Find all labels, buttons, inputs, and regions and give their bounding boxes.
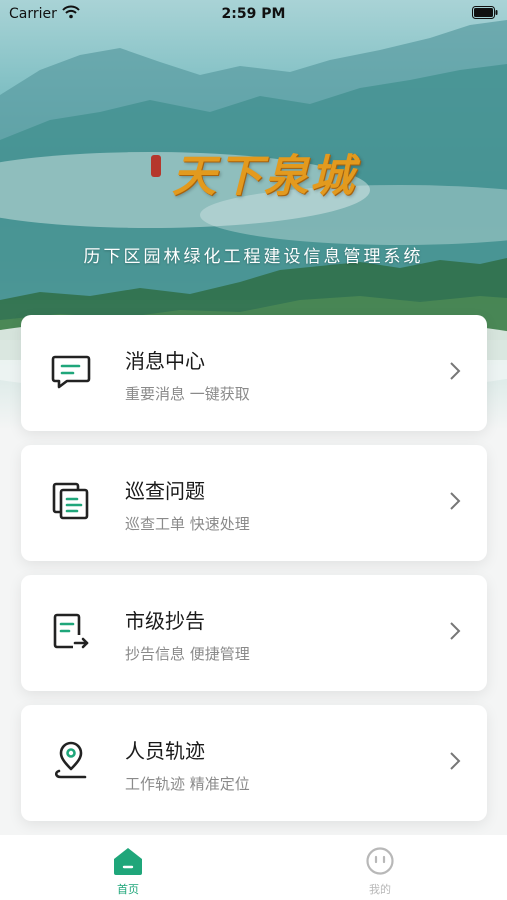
tab-mine-label: 我的 (369, 883, 391, 896)
menu-card-messages[interactable]: 消息中心 重要消息 一键获取 (21, 315, 487, 431)
menu-card-personnel-track[interactable]: 人员轨迹 工作轨迹 精准定位 (21, 705, 487, 821)
battery-icon (472, 6, 498, 23)
message-icon (51, 355, 91, 389)
chevron-right-icon (450, 752, 461, 770)
brand-logo: 天下泉城 (0, 140, 507, 204)
tab-mine[interactable]: 我的 (340, 847, 420, 897)
menu-card-title: 人员轨迹 (125, 739, 205, 763)
menu-card-title: 消息中心 (125, 349, 205, 373)
report-forward-icon (53, 613, 89, 649)
system-title: 历下区园林绿化工程建设信息管理系统 (83, 247, 424, 267)
brand-title: 天下泉城 (172, 151, 357, 202)
tab-home[interactable]: 首页 (88, 847, 168, 897)
menu-card-inspection[interactable]: 巡查问题 巡查工单 快速处理 (21, 445, 487, 561)
home-icon (114, 848, 142, 875)
menu-card-subtitle: 重要消息 一键获取 (125, 385, 250, 403)
menu-card-title: 市级抄告 (125, 609, 205, 633)
menu-card-subtitle: 抄告信息 便捷管理 (125, 645, 250, 663)
status-bar: Carrier 2:59 PM (0, 0, 507, 28)
document-stack-icon (52, 482, 89, 520)
menu-card-title: 巡查问题 (125, 479, 205, 503)
tab-home-label: 首页 (117, 883, 139, 896)
clock-time: 2:59 PM (221, 6, 286, 22)
profile-face-icon (366, 847, 394, 875)
chevron-right-icon (450, 362, 461, 380)
chevron-right-icon (450, 622, 461, 640)
location-pin-icon (54, 741, 87, 779)
chevron-right-icon (450, 492, 461, 510)
tab-bar: 首页 我的 (0, 835, 507, 900)
menu-card-city-report[interactable]: 市级抄告 抄告信息 便捷管理 (21, 575, 487, 691)
menu-card-subtitle: 工作轨迹 精准定位 (125, 775, 250, 793)
menu-card-subtitle: 巡查工单 快速处理 (125, 515, 250, 533)
seal-icon (150, 155, 161, 177)
